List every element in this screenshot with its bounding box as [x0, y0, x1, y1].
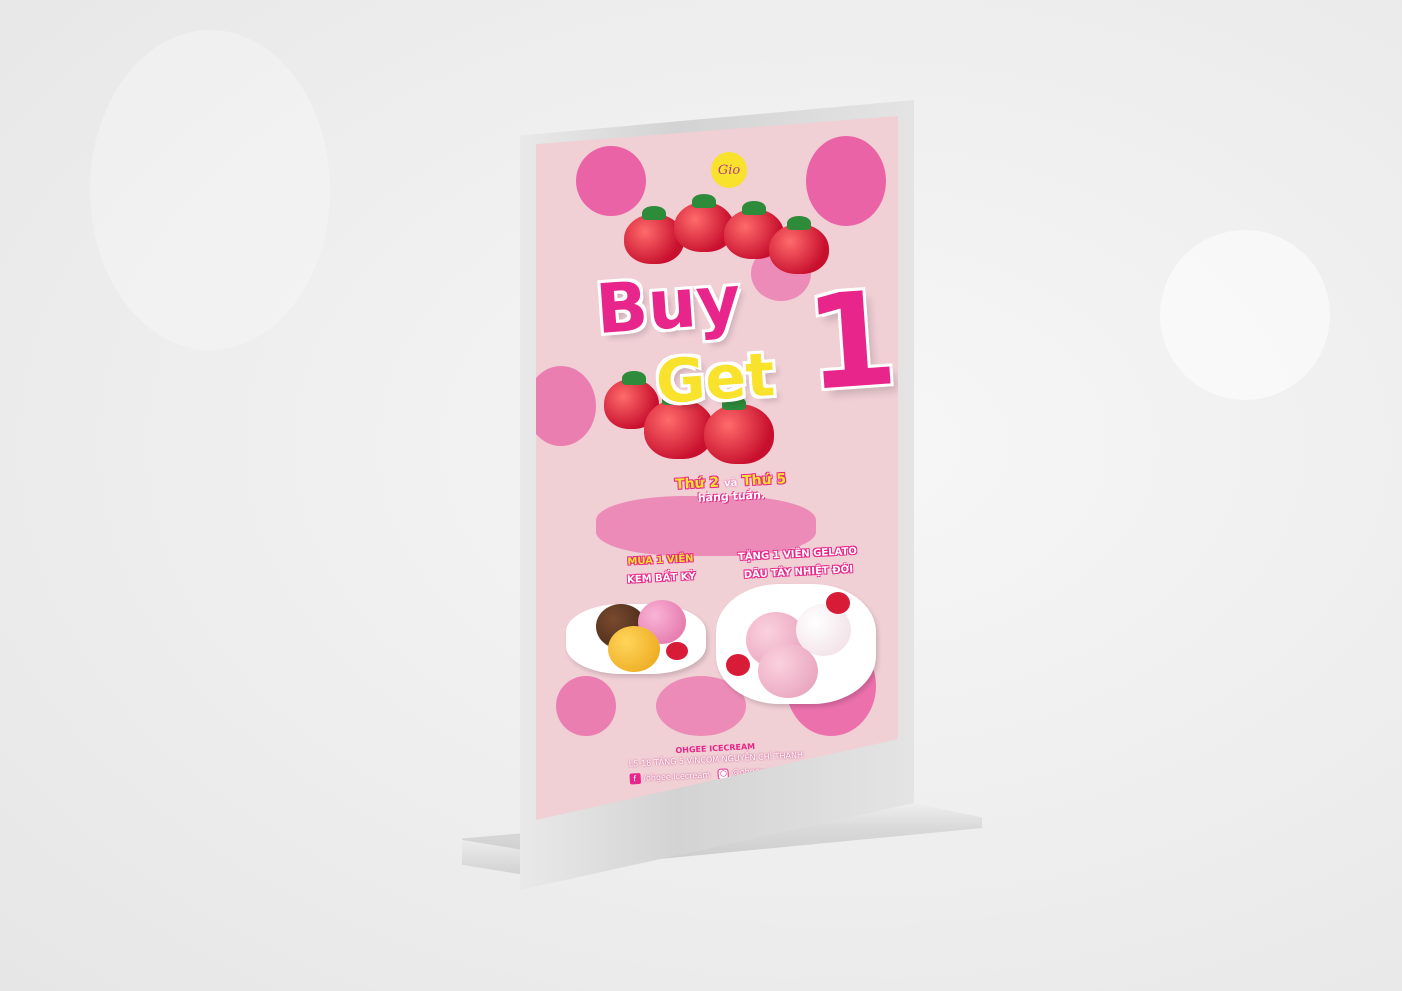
- strawberry-gelato-scoop: [758, 644, 818, 698]
- mango-scoop: [608, 626, 660, 672]
- facebook-handle: /ohgee.icecream: [643, 770, 711, 783]
- background-highlight: [90, 30, 330, 350]
- mockup-scene: Gio Buy Get 1 Thứ 2 và Thứ 5 hàng tuần.: [0, 0, 1402, 991]
- logo-text: Gio: [717, 162, 741, 178]
- headline-one: 1: [800, 262, 898, 420]
- promo-days: Thứ 2 và Thứ 5 hàng tuần.: [645, 470, 816, 508]
- strawberry-slice: [726, 654, 750, 676]
- promo-poster: Gio Buy Get 1 Thứ 2 và Thứ 5 hàng tuần.: [536, 116, 898, 820]
- ice-cream-plate-left: [566, 600, 706, 674]
- paint-splat: [556, 676, 616, 736]
- offer-get: TẶNG 1 VIÊN GELATO DÂU TÂY NHIỆT ĐỚI: [727, 542, 869, 585]
- facebook-link: f/ohgee.icecream: [629, 769, 711, 785]
- offer-buy: MUA 1 VIÊN KEM BẤT KỲ: [605, 549, 717, 591]
- paint-splat: [536, 366, 596, 446]
- facebook-icon: f: [629, 772, 641, 785]
- brand-logo: Gio: [711, 152, 747, 188]
- day-thursday: Thứ 5: [741, 471, 787, 490]
- strawberry-slice: [666, 642, 688, 660]
- background-highlight: [1160, 230, 1330, 400]
- strawberry-slice: [826, 592, 850, 614]
- headline-get: Get: [653, 339, 777, 419]
- headline-buy: Buy: [592, 260, 744, 351]
- day-and: và: [723, 477, 738, 490]
- ice-cream-plate-right: [716, 584, 876, 704]
- headline: Buy Get 1: [592, 260, 898, 436]
